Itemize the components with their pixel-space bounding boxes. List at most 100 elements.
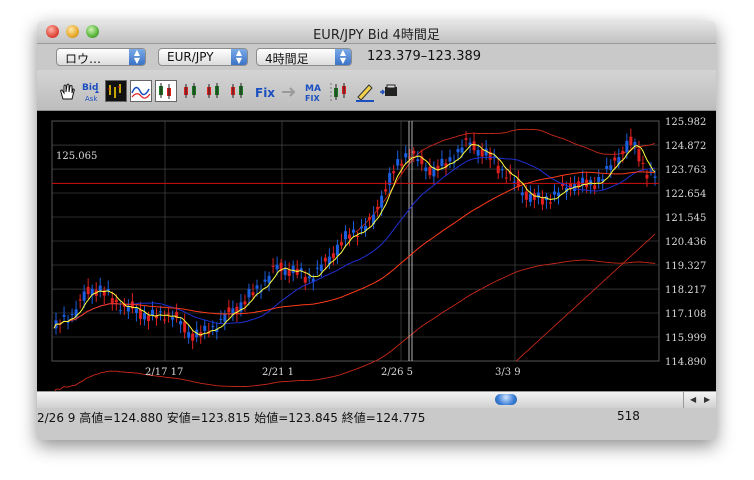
candle-body [504,177,508,179]
candle-style-2-button[interactable] [180,80,202,102]
candle-body [500,169,504,171]
scroll-left-icon[interactable]: ◀ [690,395,696,404]
candle-body [528,193,532,202]
candle-body [456,148,460,153]
timeframe-select[interactable]: 4時間足 ▲ ▼ [256,48,352,66]
candle-body [134,308,138,313]
y-tick-label: 124.872 [665,141,706,152]
print-button[interactable] [378,80,400,102]
candle-body [110,298,114,304]
chart-type-select[interactable]: ロウ… ▲ ▼ [56,48,146,66]
candle-body [283,269,287,275]
x-tick-label: 2/17 17 [145,367,183,378]
candle-body [142,313,146,320]
title-bar[interactable]: EUR/JPY Bid 4時間足 [37,21,716,44]
candle-body [633,142,637,146]
candle-body [106,289,110,291]
candle-body [496,165,500,174]
candle-body [118,310,122,312]
candle-body [275,264,279,270]
candlestick-chart[interactable]: 125.982 124.872 123.763 122.654 121.545 120.4… [37,111,716,394]
scroll-right-icon[interactable]: ▶ [704,395,710,404]
candle-body [404,153,408,158]
chart-area[interactable]: 125.982 124.872 123.763 122.654 121.545 120.4… [37,111,716,394]
arrow-button[interactable] [278,80,300,102]
chart-window: EUR/JPY Bid 4時間足 ロウ… ▲ ▼ EUR/JPY ▲ ▼ 4時間足 … [37,21,716,440]
hand-tool-icon [60,83,75,100]
candle-body [540,198,544,205]
line-chart-icon [131,86,151,99]
window-title: EUR/JPY Bid 4時間足 [313,28,440,43]
candle-body [597,176,601,182]
candle-body [476,150,480,156]
candle-body [146,315,150,321]
candle-body [187,332,191,338]
candle-body [223,314,227,322]
x-tick-label: 3/3 9 [495,367,521,378]
candle-body [396,159,400,166]
bar-chart-button[interactable] [105,80,127,102]
candle-body [251,292,255,296]
candle-style-4-button[interactable] [227,80,249,102]
candle-body [243,301,247,305]
candle-body [307,276,311,279]
select-arrows-icon: ▲ ▼ [231,49,247,65]
price-range: 123.379–123.389 [367,49,482,64]
scrollbar-thumb[interactable] [495,394,517,405]
candle-body [384,189,388,192]
candle-body [219,318,223,320]
candle-body [440,158,444,166]
candle-body [211,326,215,328]
candlestick-chart-button[interactable] [155,80,177,102]
candle-body [621,150,625,155]
indicator-button[interactable] [329,80,351,102]
candle-body [183,321,187,333]
candle-body [593,185,597,190]
candle-body [255,285,259,289]
candle-body [227,307,231,313]
bid-ask-button[interactable]: Bid Ask [80,80,102,103]
candle-body [416,159,420,162]
fix-label: Fix [255,86,275,100]
y-tick-label: 120.436 [665,237,706,248]
candle-body [171,317,175,320]
candle-body [512,181,516,183]
candle-body [98,285,102,292]
bid-label: Bid [82,83,98,93]
horizontal-scrollbar[interactable]: ◀ ▶ [37,391,716,408]
y-tick-label: 115.999 [665,333,706,344]
x-tick-label: 2/21 1 [262,367,294,378]
candle-body [82,291,86,301]
y-tick-label: 114.890 [665,357,706,368]
ma-fix-button[interactable]: MA FIX [303,80,325,103]
candle-style-3-button[interactable] [203,80,225,102]
candle-body [548,202,552,204]
candle-body [323,257,327,262]
y-tick-label: 119.327 [665,261,706,272]
candle-body [609,165,613,170]
pencil-draw-button[interactable] [353,80,375,102]
candle-body [368,217,372,220]
candle-body [267,275,271,283]
candle-body [62,314,66,317]
y-tick-label: 117.108 [665,309,706,320]
ohlc-readout: 2/26 9 高値=124.880 安値=123.815 始値=123.845 … [37,411,426,425]
candle-body [315,267,319,269]
candle-body [339,242,343,246]
candle-body [70,313,74,315]
candle-body [464,138,468,140]
symbol-select[interactable]: EUR/JPY ▲ ▼ [158,48,248,66]
tool-toolbar: Bid Ask Fix MA FIX [37,70,716,111]
indicator-icon [330,83,346,101]
candle-body [191,333,195,341]
line-chart-button[interactable] [130,80,152,102]
candle-body [263,279,267,282]
candle-body [472,141,476,151]
candle-body [351,229,355,233]
hand-tool-button[interactable] [55,80,77,102]
candle-body [247,289,251,298]
fix-button[interactable]: Fix [253,80,275,102]
scroll-arrows[interactable]: ◀ ▶ [683,392,716,408]
candle-body [319,264,323,272]
candle-body [159,311,163,313]
